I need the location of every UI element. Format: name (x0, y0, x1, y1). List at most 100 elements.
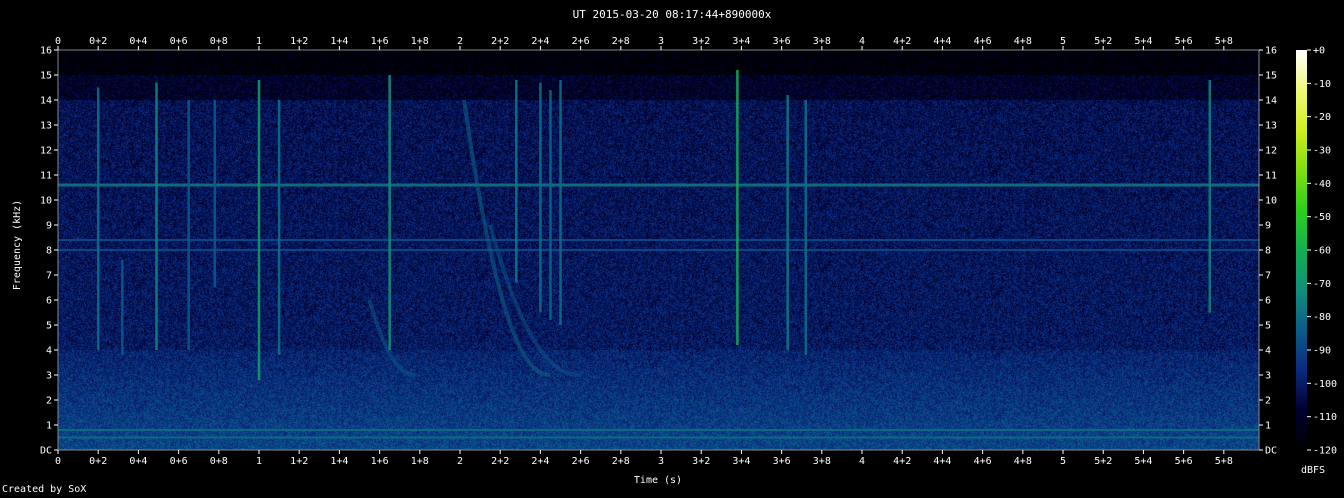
x-tick-label-top: 5+8 (1215, 36, 1233, 47)
y-tick-label-left: 1 (46, 421, 52, 432)
colorbar-tick-label: -20 (1313, 112, 1331, 123)
credit-text: Created by SoX (2, 484, 87, 495)
colorbar-tick-label: -40 (1313, 179, 1331, 190)
spectrogram-chart: UT 2015-03-20 08:17:44+890000x 0 0 0+2 0+2 0… (12, 8, 1337, 486)
colorbar-tick-label: -110 (1313, 412, 1337, 423)
x-tick-label-top: 4+6 (974, 36, 992, 47)
x-tick-label-top: 4+2 (893, 36, 911, 47)
colorbar-tick-label: -120 (1313, 446, 1337, 457)
x-tick-label-top: 4 (859, 36, 865, 47)
y-tick-label-right: 8 (1265, 246, 1271, 257)
x-tick-label-top: 0+6 (170, 36, 188, 47)
x-tick-label-bottom: 2+6 (572, 456, 590, 467)
colorbar-tick-label: -70 (1313, 279, 1331, 290)
x-tick-label-top: 2+4 (531, 36, 549, 47)
x-axis-label: Time (s) (634, 475, 682, 486)
x-tick-label-top: 1+8 (411, 36, 429, 47)
y-tick-label-left: 14 (40, 96, 52, 107)
x-tick-label-top: 2 (457, 36, 463, 47)
x-tick-label-bottom: 5+2 (1094, 456, 1112, 467)
y-tick-label-right: 10 (1265, 196, 1277, 207)
x-tick-label-bottom: 0+6 (170, 456, 188, 467)
y-tick-label-right: 9 (1265, 221, 1271, 232)
x-tick-label-bottom: 3+8 (813, 456, 831, 467)
x-tick-label-bottom: 3+6 (773, 456, 791, 467)
x-tick-label-bottom: 1+4 (330, 456, 348, 467)
x-tick-label-bottom: 5 (1060, 456, 1066, 467)
x-tick-label-bottom: 1+2 (290, 456, 308, 467)
x-tick-label-top: 5+2 (1094, 36, 1112, 47)
colorbar-tick-label: -100 (1313, 379, 1337, 390)
x-tick-label-bottom: 3 (658, 456, 664, 467)
y-tick-label-right: 12 (1265, 146, 1277, 157)
y-tick-label-left: 8 (46, 246, 52, 257)
x-tick-label-top: 2+8 (612, 36, 630, 47)
colorbar-tick-label: -30 (1313, 146, 1331, 157)
x-tick-label-bottom: 0+8 (210, 456, 228, 467)
y-axis-label: Frequency (kHz) (12, 200, 23, 290)
x-tick-label-top: 3+8 (813, 36, 831, 47)
y-tick-label-left: 12 (40, 146, 52, 157)
x-tick-label-top: 0+2 (89, 36, 107, 47)
colorbar-label: dBFS (1301, 465, 1325, 476)
x-tick-label-bottom: 1+8 (411, 456, 429, 467)
x-tick-label-top: 5+6 (1175, 36, 1193, 47)
x-tick-label-bottom: 4+8 (1014, 456, 1032, 467)
x-tick-label-bottom: 5+6 (1175, 456, 1193, 467)
y-tick-label-right: 11 (1265, 171, 1277, 182)
x-tick-label-bottom: 3+2 (692, 456, 710, 467)
y-tick-label-right: DC (1265, 446, 1277, 457)
x-tick-label-top: 1 (256, 36, 262, 47)
y-tick-label-right: 6 (1265, 296, 1271, 307)
x-tick-label-top: 4+8 (1014, 36, 1032, 47)
y-tick-label-right: 3 (1265, 371, 1271, 382)
y-tick-label-left: 7 (46, 271, 52, 282)
y-tick-label-right: 13 (1265, 121, 1277, 132)
x-tick-label-top: 4+4 (933, 36, 951, 47)
y-tick-label-left: 13 (40, 121, 52, 132)
x-tick-label-bottom: 2 (457, 456, 463, 467)
chart-title: UT 2015-03-20 08:17:44+890000x (573, 8, 772, 21)
y-tick-label-left: 3 (46, 371, 52, 382)
y-tick-label-right: 15 (1265, 71, 1277, 82)
y-tick-label-right: 4 (1265, 346, 1271, 357)
y-tick-label-left: 2 (46, 396, 52, 407)
x-tick-label-top: 0 (55, 36, 61, 47)
y-tick-label-left: 5 (46, 321, 52, 332)
y-tick-label-left: 11 (40, 171, 52, 182)
y-tick-label-right: 5 (1265, 321, 1271, 332)
x-tick-label-top: 0+4 (129, 36, 147, 47)
y-tick-label-left: 9 (46, 221, 52, 232)
x-tick-label-bottom: 4+4 (933, 456, 951, 467)
colorbar-tick-label: -60 (1313, 246, 1331, 257)
x-tick-label-top: 1+2 (290, 36, 308, 47)
y-tick-label-right: 16 (1265, 46, 1277, 57)
y-tick-label-right: 14 (1265, 96, 1277, 107)
x-tick-label-top: 3+6 (773, 36, 791, 47)
x-tick-label-bottom: 0+4 (129, 456, 147, 467)
x-tick-label-bottom: 0 (55, 456, 61, 467)
y-tick-label-left: 6 (46, 296, 52, 307)
y-tick-label-left: 16 (40, 46, 52, 57)
y-tick-label-left: DC (40, 446, 52, 457)
x-tick-label-top: 3 (658, 36, 664, 47)
y-tick-label-right: 7 (1265, 271, 1271, 282)
x-tick-label-top: 5+4 (1134, 36, 1152, 47)
x-tick-label-bottom: 2+4 (531, 456, 549, 467)
x-tick-label-top: 3+2 (692, 36, 710, 47)
colorbar-tick-label: -50 (1313, 212, 1331, 223)
colorbar-tick-label: -80 (1313, 312, 1331, 323)
x-tick-label-top: 2+6 (572, 36, 590, 47)
colorbar-tick-label: +0 (1313, 46, 1325, 57)
y-tick-label-left: 10 (40, 196, 52, 207)
x-tick-label-bottom: 5+4 (1134, 456, 1152, 467)
y-tick-label-right: 1 (1265, 421, 1271, 432)
x-tick-label-top: 1+4 (330, 36, 348, 47)
x-tick-label-bottom: 5+8 (1215, 456, 1233, 467)
x-tick-label-bottom: 4 (859, 456, 865, 467)
x-tick-label-top: 3+4 (732, 36, 750, 47)
x-tick-label-bottom: 3+4 (732, 456, 750, 467)
x-tick-label-top: 1+6 (371, 36, 389, 47)
x-tick-label-bottom: 4+2 (893, 456, 911, 467)
x-tick-label-bottom: 2+8 (612, 456, 630, 467)
